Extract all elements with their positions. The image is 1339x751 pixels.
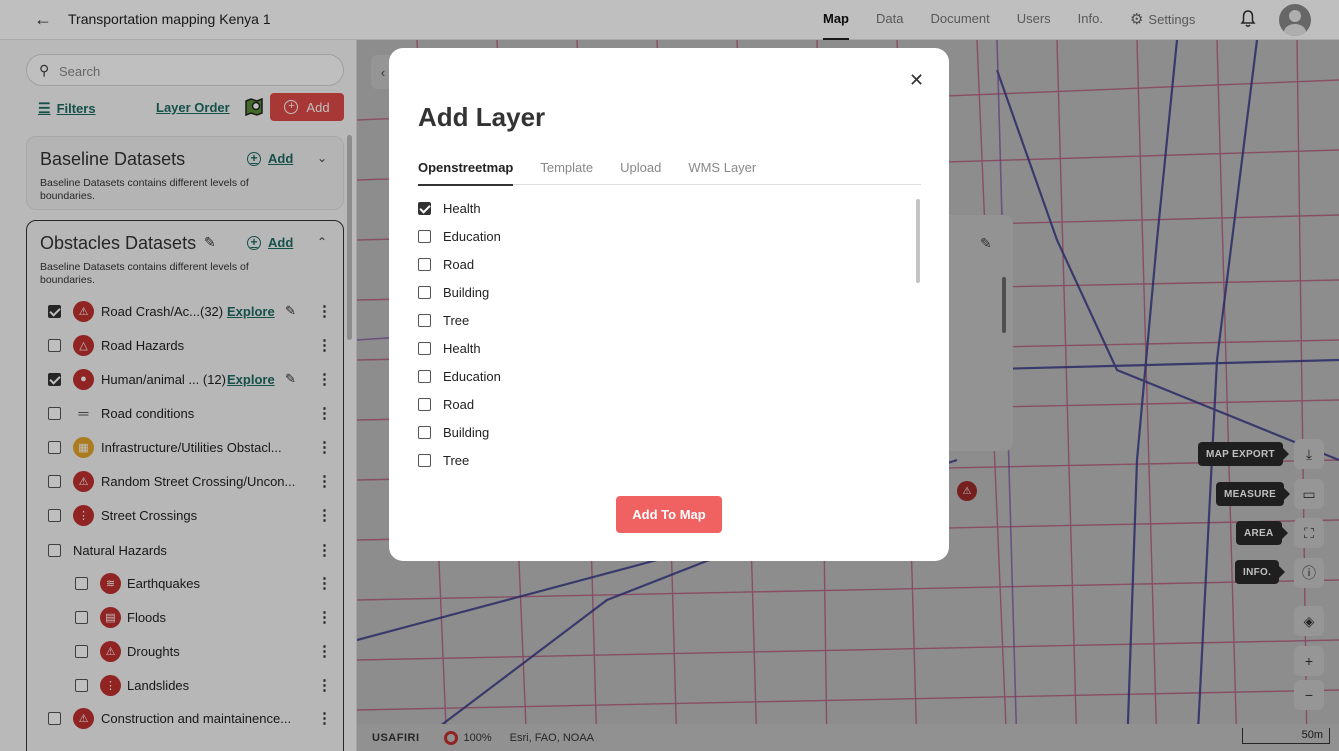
option-item[interactable]: Health <box>418 334 898 362</box>
option-label: Tree <box>443 452 470 468</box>
option-item[interactable]: Road <box>418 390 898 418</box>
option-item[interactable]: Health <box>418 194 898 222</box>
option-label: Health <box>443 200 481 216</box>
option-checkbox[interactable] <box>418 257 431 271</box>
option-item[interactable]: Building <box>418 278 898 306</box>
option-label: Education <box>443 228 501 244</box>
add-to-map-button[interactable]: Add To Map <box>616 496 722 533</box>
options-scrollbar[interactable] <box>916 199 920 283</box>
tab-template[interactable]: Template <box>540 158 593 185</box>
option-checkbox[interactable] <box>418 341 431 355</box>
add-layer-dialog: ✕ Add Layer Openstreetmap Template Uploa… <box>389 48 949 561</box>
option-checkbox[interactable] <box>418 201 431 215</box>
option-label: Building <box>443 284 490 300</box>
dialog-title: Add Layer <box>418 102 546 132</box>
option-checkbox[interactable] <box>418 285 431 299</box>
option-label: Road <box>443 396 475 412</box>
option-item[interactable]: Education <box>418 362 898 390</box>
option-checkbox[interactable] <box>418 369 431 383</box>
dialog-tabs: Openstreetmap Template Upload WMS Layer <box>418 158 921 186</box>
option-item[interactable]: Road <box>418 250 898 278</box>
option-label: Road <box>443 256 475 272</box>
option-checkbox[interactable] <box>418 397 431 411</box>
option-label: Health <box>443 340 481 356</box>
osm-layer-options: Health Education Road Building Tree Heal… <box>418 194 898 474</box>
option-checkbox[interactable] <box>418 229 431 243</box>
close-icon[interactable]: ✕ <box>909 70 924 91</box>
tab-wms-layer[interactable]: WMS Layer <box>688 158 756 185</box>
tab-openstreetmap[interactable]: Openstreetmap <box>418 158 514 186</box>
tab-upload[interactable]: Upload <box>620 158 661 185</box>
option-item[interactable]: Education <box>418 222 898 250</box>
option-label: Education <box>443 368 501 384</box>
option-checkbox[interactable] <box>418 425 431 439</box>
option-item[interactable]: Tree <box>418 446 898 474</box>
option-item[interactable]: Tree <box>418 306 898 334</box>
option-label: Tree <box>443 312 470 328</box>
option-checkbox[interactable] <box>418 453 431 467</box>
option-checkbox[interactable] <box>418 313 431 327</box>
option-label: Building <box>443 424 490 440</box>
option-item[interactable]: Building <box>418 418 898 446</box>
